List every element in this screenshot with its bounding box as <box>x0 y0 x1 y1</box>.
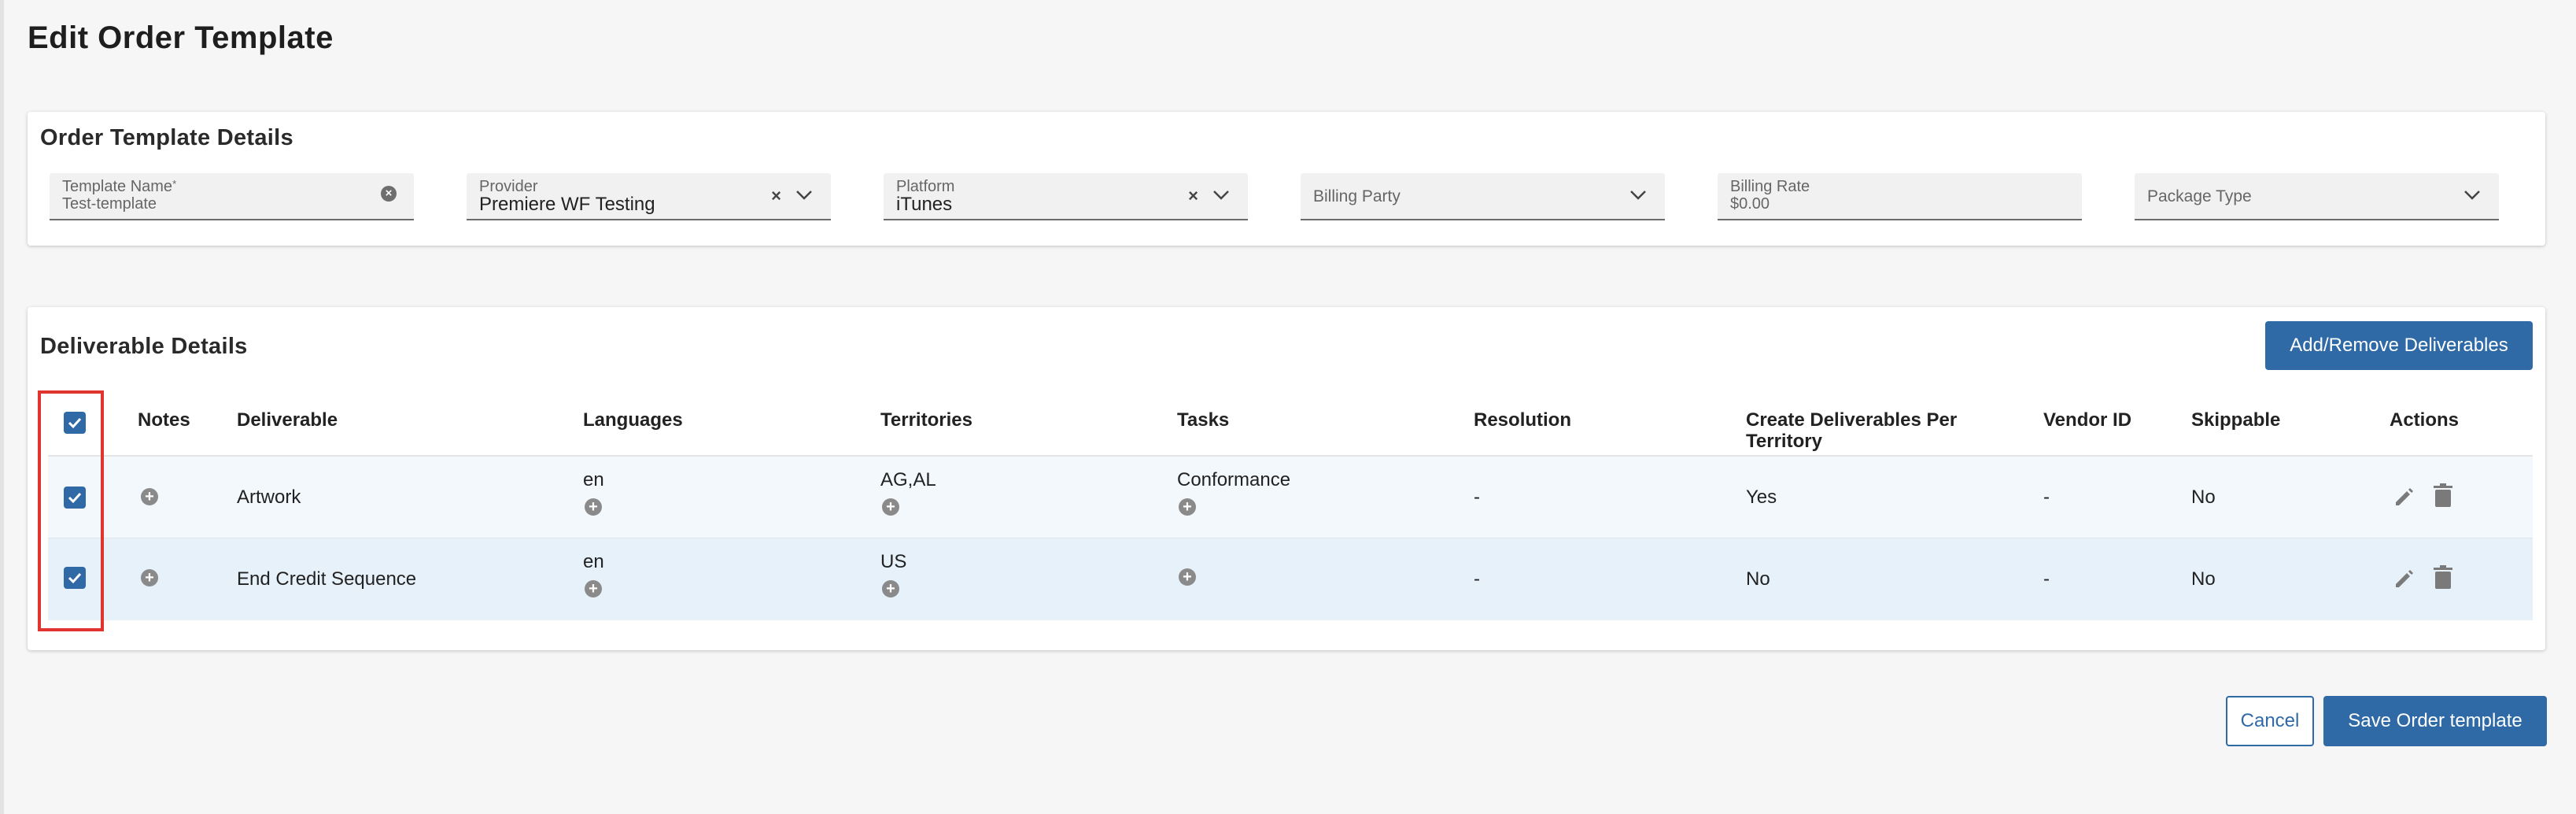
skippable-cell: No <box>2191 568 2216 590</box>
col-skippable: Skippable <box>2191 409 2281 431</box>
package-type-select[interactable]: Package Type <box>2135 173 2499 220</box>
close-icon[interactable]: × <box>771 186 781 206</box>
table-row: + Artwork en + AG,AL + Conformance + - Y… <box>48 457 2533 538</box>
details-card-title: Order Template Details <box>40 125 293 150</box>
required-mark: * <box>172 178 177 190</box>
vendor-id-cell: - <box>2043 487 2050 508</box>
resolution-cell: - <box>1474 568 1480 590</box>
package-type-label: Package Type <box>2147 187 2252 205</box>
col-resolution: Resolution <box>1474 409 1571 431</box>
billing-rate-value[interactable]: $0.00 <box>1730 195 1770 213</box>
deliverable-cell: End Credit Sequence <box>237 568 417 590</box>
add-note-plus-icon[interactable]: + <box>141 488 158 505</box>
pencil-icon[interactable] <box>2393 485 2416 512</box>
template-name-value[interactable]: Test-template <box>62 195 157 213</box>
add-note-plus-icon[interactable]: + <box>141 569 158 586</box>
add-task-plus-icon[interactable]: + <box>1179 498 1196 516</box>
template-name-field[interactable]: Template Name* Test-template × <box>50 173 414 220</box>
provider-select[interactable]: Provider Premiere WF Testing × <box>467 173 831 220</box>
billing-party-select[interactable]: Billing Party <box>1301 173 1665 220</box>
vendor-id-cell: - <box>2043 568 2050 590</box>
provider-value: Premiere WF Testing <box>479 194 655 215</box>
col-actions: Actions <box>2390 409 2460 431</box>
add-language-plus-icon[interactable]: + <box>585 580 602 598</box>
page-left-border <box>0 0 4 814</box>
page-title: Edit Order Template <box>28 20 334 55</box>
col-vendor-id: Vendor ID <box>2043 409 2132 431</box>
pencil-icon[interactable] <box>2393 567 2416 594</box>
table-header-row: Notes Deliverable Languages Territories … <box>48 386 2533 457</box>
add-territory-plus-icon[interactable]: + <box>882 498 899 516</box>
billing-party-label: Billing Party <box>1313 187 1401 205</box>
add-territory-plus-icon[interactable]: + <box>882 580 899 598</box>
chevron-down-icon[interactable] <box>2463 189 2482 202</box>
col-notes: Notes <box>138 409 190 431</box>
col-territories: Territories <box>880 409 972 431</box>
chevron-down-icon[interactable] <box>1629 189 1648 202</box>
billing-rate-field[interactable]: Billing Rate $0.00 <box>1718 173 2082 220</box>
skippable-cell: No <box>2191 487 2216 508</box>
deliverable-cell: Artwork <box>237 487 301 508</box>
platform-select[interactable]: Platform iTunes × <box>884 173 1248 220</box>
trash-icon[interactable] <box>2432 483 2454 512</box>
deliverable-details-card: Deliverable Details Add/Remove Deliverab… <box>28 307 2545 650</box>
create-per-territory-cell: No <box>1746 568 1770 590</box>
add-language-plus-icon[interactable]: + <box>585 498 602 516</box>
chevron-down-icon[interactable] <box>1212 189 1231 202</box>
clear-circle-icon[interactable]: × <box>381 186 397 202</box>
deliverables-table: Notes Deliverable Languages Territories … <box>48 386 2533 636</box>
tasks-cell: Conformance <box>1177 469 1291 490</box>
platform-value: iTunes <box>896 194 953 215</box>
col-create-per-territory: Create Deliverables Per Territory <box>1746 409 1958 452</box>
languages-cell: en <box>583 469 604 490</box>
languages-cell: en <box>583 551 604 572</box>
close-icon[interactable]: × <box>1188 186 1198 206</box>
cancel-button[interactable]: Cancel <box>2226 696 2314 746</box>
deliverables-card-title: Deliverable Details <box>40 334 248 359</box>
save-order-template-button[interactable]: Save Order template <box>2323 696 2547 746</box>
col-deliverable: Deliverable <box>237 409 338 431</box>
territories-cell: US <box>880 551 907 572</box>
col-tasks: Tasks <box>1177 409 1230 431</box>
billing-rate-label: Billing Rate <box>1730 178 1810 195</box>
col-languages: Languages <box>583 409 683 431</box>
table-row: + End Credit Sequence en + US + + - No -… <box>48 538 2533 620</box>
resolution-cell: - <box>1474 487 1480 508</box>
create-per-territory-cell: Yes <box>1746 487 1777 508</box>
add-task-plus-icon[interactable]: + <box>1179 568 1196 586</box>
territories-cell: AG,AL <box>880 469 936 490</box>
order-template-details-card: Order Template Details Template Name* Te… <box>28 112 2545 246</box>
chevron-down-icon[interactable] <box>795 189 814 202</box>
highlight-annotation-box <box>38 390 104 631</box>
trash-icon[interactable] <box>2432 565 2454 594</box>
template-name-label: Template Name* <box>62 178 177 195</box>
add-remove-deliverables-button[interactable]: Add/Remove Deliverables <box>2265 321 2533 370</box>
